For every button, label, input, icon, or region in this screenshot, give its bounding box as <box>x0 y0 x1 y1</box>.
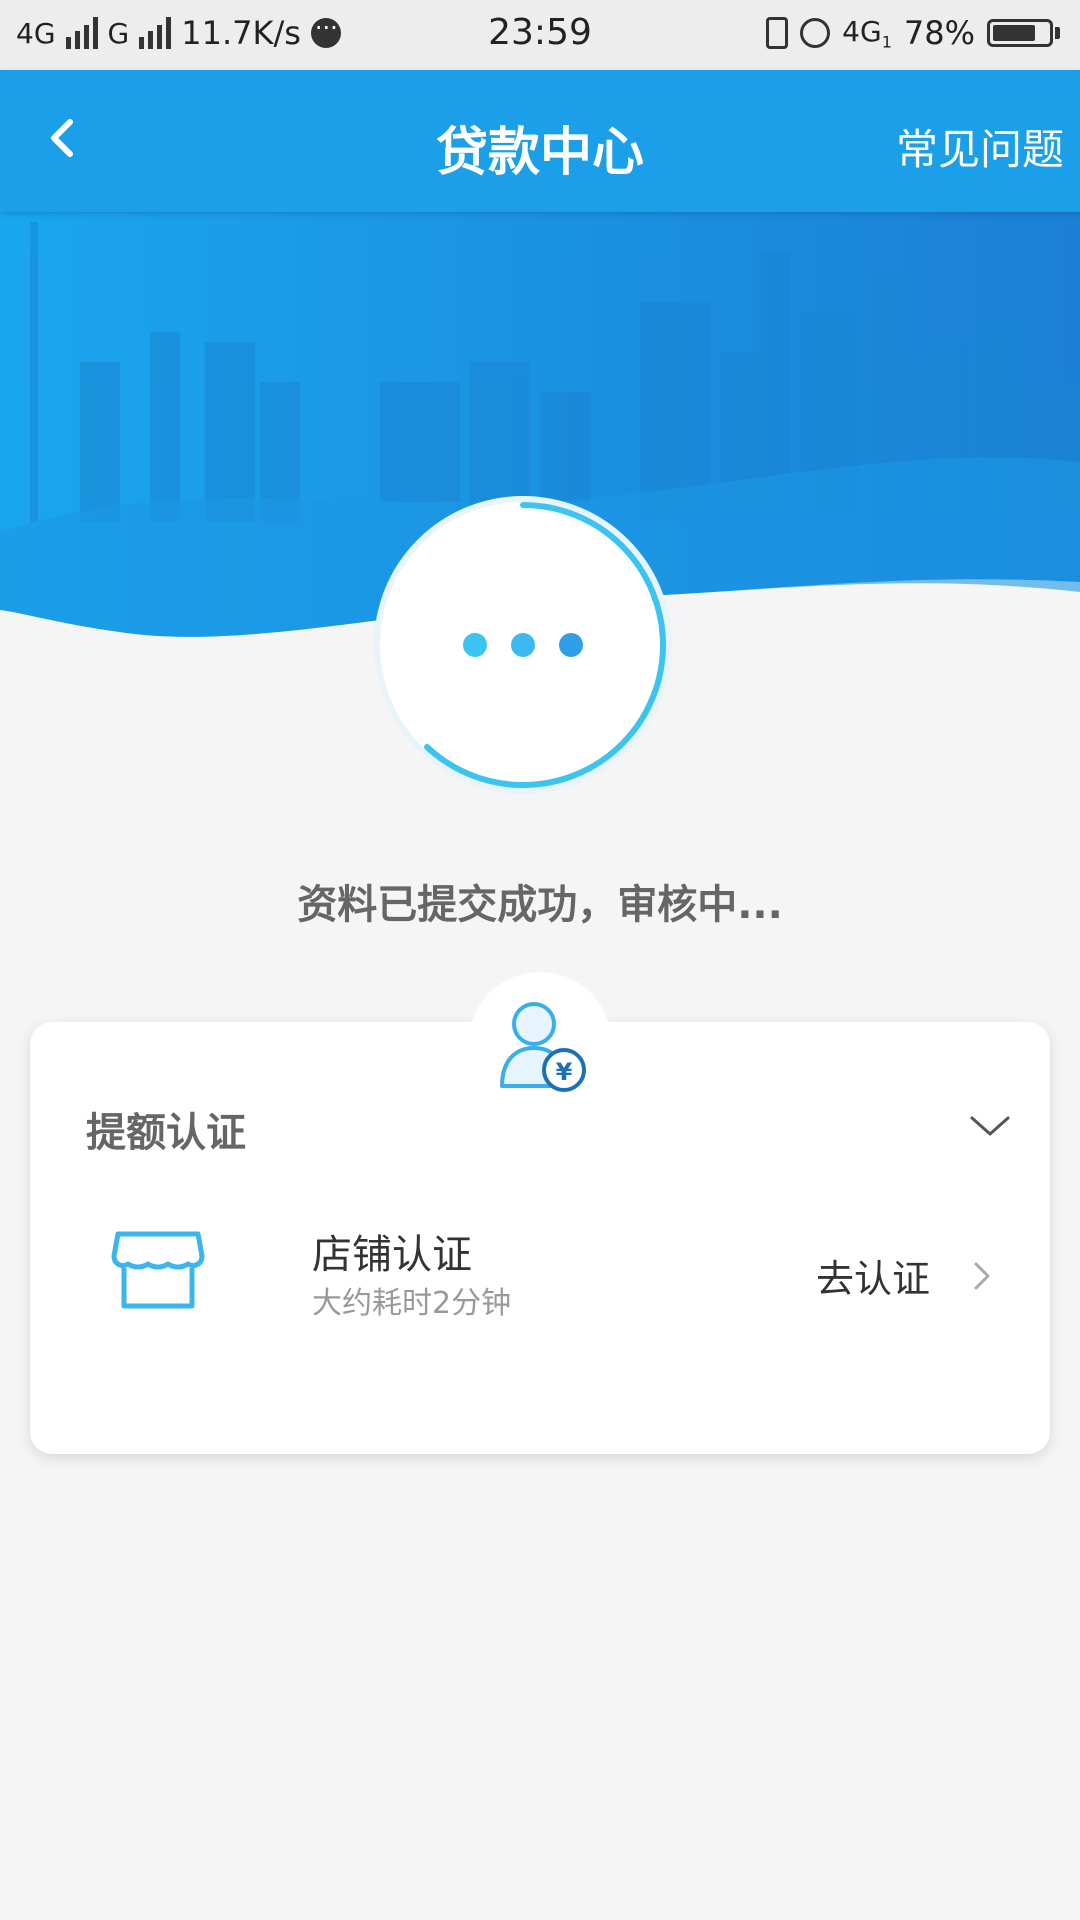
shop-verification-subtitle: 大约耗时2分钟 <box>312 1286 512 1321</box>
go-verify-button[interactable]: 去认证 <box>816 1248 994 1303</box>
alarm-icon <box>800 18 831 48</box>
vibrate-icon <box>766 17 789 49</box>
loan-center-page: 4G G 11.7K/s 23:59 4G1 78% 贷款中心 常见问题 <box>0 0 1080 1920</box>
battery-icon <box>987 19 1060 47</box>
app-header: 贷款中心 常见问题 <box>0 70 1080 212</box>
loading-dot-2 <box>511 633 535 657</box>
chevron-down-icon <box>970 1116 1010 1136</box>
loading-dot-3 <box>559 633 583 657</box>
card-title: 提额认证 <box>86 1110 246 1156</box>
go-verify-label: 去认证 <box>815 1257 930 1301</box>
review-status-text: 资料已提交成功，审核中... <box>297 882 783 928</box>
collapse-toggle-button[interactable] <box>960 1096 1020 1156</box>
status-right: 4G1 78% <box>766 14 1060 52</box>
loading-dot-1 <box>463 633 487 657</box>
review-progress-indicator <box>374 496 672 794</box>
faq-link[interactable]: 常见问题 <box>896 116 1064 177</box>
svg-text:¥: ¥ <box>556 1058 573 1086</box>
status-bar: 4G G 11.7K/s 23:59 4G1 78% <box>0 0 1080 70</box>
battery-percent: 78% <box>903 14 975 52</box>
shop-verification-title: 店铺认证 <box>312 1232 472 1278</box>
network-type-3: 4G1 <box>842 14 892 52</box>
chevron-right-icon <box>974 1262 990 1289</box>
user-yuan-icon: ¥ <box>500 1002 586 1092</box>
card-badge: ¥ <box>468 972 612 1116</box>
shop-icon <box>110 1228 206 1312</box>
